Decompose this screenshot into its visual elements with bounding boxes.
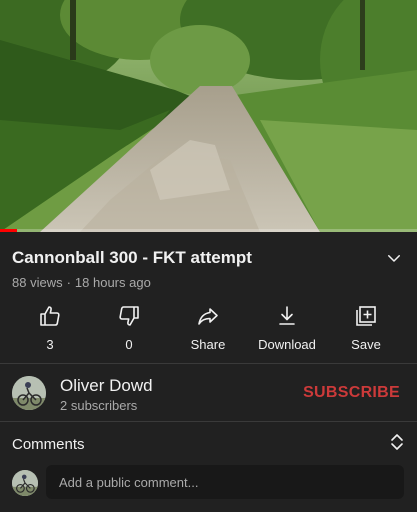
- progress-bar-fill: [0, 229, 17, 232]
- share-icon: [196, 304, 220, 328]
- save-label: Save: [351, 337, 381, 352]
- like-count: 3: [46, 337, 54, 352]
- comments-title: Comments: [12, 435, 85, 453]
- download-button[interactable]: Download: [247, 304, 327, 354]
- channel-row: Oliver Dowd 2 subscribers SUBSCRIBE: [0, 364, 417, 420]
- video-title[interactable]: Cannonball 300 - FKT attempt: [12, 248, 252, 268]
- share-label: Share: [190, 337, 226, 352]
- thumbs-down-icon: [117, 304, 141, 328]
- video-player[interactable]: [0, 0, 417, 232]
- dislike-button[interactable]: 0: [89, 304, 169, 354]
- download-icon: [275, 304, 299, 328]
- comment-input[interactable]: Add a public comment...: [46, 465, 404, 499]
- save-button[interactable]: Save: [326, 304, 406, 354]
- subscriber-count: 2 subscribers: [60, 398, 138, 413]
- video-frame: [0, 0, 417, 232]
- like-button[interactable]: 3: [10, 304, 90, 354]
- playlist-add-icon: [354, 304, 378, 328]
- progress-bar[interactable]: [0, 229, 417, 232]
- video-meta: 88 views · 18 hours ago: [12, 275, 151, 290]
- comments-header[interactable]: Comments: [12, 433, 405, 455]
- meta-separator: ·: [66, 275, 71, 290]
- channel-avatar[interactable]: [12, 376, 46, 410]
- chevron-down-icon[interactable]: [383, 247, 405, 269]
- upload-age: 18 hours ago: [74, 275, 151, 290]
- user-avatar: [12, 470, 38, 496]
- view-count: 88 views: [12, 275, 63, 290]
- divider: [0, 421, 417, 422]
- add-comment-row: Add a public comment...: [0, 465, 417, 501]
- download-label: Download: [258, 337, 316, 352]
- channel-name[interactable]: Oliver Dowd: [60, 376, 153, 396]
- subscribe-button[interactable]: SUBSCRIBE: [303, 384, 400, 402]
- unfold-icon[interactable]: [389, 433, 405, 456]
- dislike-count: 0: [125, 337, 133, 352]
- action-bar: 3 0 Share Download Save: [0, 304, 417, 354]
- share-button[interactable]: Share: [168, 304, 248, 354]
- thumbs-up-icon: [38, 304, 62, 328]
